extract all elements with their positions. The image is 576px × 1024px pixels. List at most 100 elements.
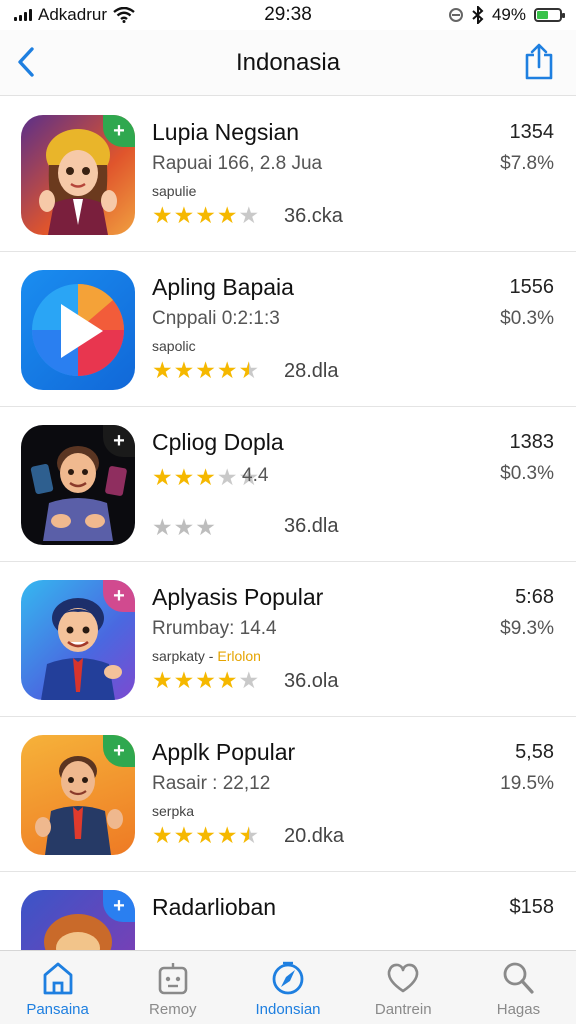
status-bar: Adkadrur 29:38 49% — [0, 0, 576, 30]
app-change: $7.8% — [500, 153, 554, 174]
star-icon: ★ — [216, 667, 238, 693]
star-icon: ★ — [195, 514, 216, 540]
rating-count: 36.cka — [284, 205, 343, 227]
app-name: Radarlioban — [152, 894, 277, 920]
star-icon: ★ — [195, 822, 216, 848]
app-category: sapulie — [152, 183, 197, 199]
star-icon: ★ — [195, 357, 216, 383]
app-name: Cpliog Dopla — [152, 429, 284, 455]
app-price: 1556 — [509, 276, 555, 298]
list-item[interactable]: + Applk Popular Rasair : 22,12 serpka ★ ★… — [0, 717, 576, 872]
rating-count: 28.dla — [284, 360, 339, 382]
list-item[interactable]: + Lupia Negsian Rapuai 166, 2.8 Jua sapu… — [0, 97, 576, 252]
chevron-left-icon[interactable] — [12, 44, 40, 80]
app-name: Apling Bapaia — [152, 274, 294, 300]
tab-label: Dantrein — [374, 1001, 432, 1018]
home-icon — [43, 962, 72, 995]
app-subtitle: Rapuai 166, 2.8 Jua — [152, 153, 323, 174]
carrier-name: Adkadrur — [38, 5, 107, 24]
app-subtitle: 4.4 — [242, 465, 269, 486]
page-title: Indonasia — [235, 48, 341, 76]
rating-stars: ★ ★ ★ ★ ★ — [152, 358, 259, 382]
star-icon: ★ — [238, 357, 260, 383]
navigation-bar: Indonasia — [0, 30, 576, 96]
star-icon: ★ — [152, 202, 173, 228]
app-price: 1354 — [509, 121, 555, 143]
list-item[interactable]: + Radarlioban $158 — [0, 872, 576, 950]
star-icon: ★ — [216, 464, 238, 490]
star-icon: ★ — [238, 202, 260, 228]
star-icon: ★ — [195, 667, 216, 693]
tab-label: Pansaina — [26, 1001, 89, 1018]
app-name: Aplyasis Popular — [152, 584, 324, 610]
tab-bar: Pansaina Remoy Indonsian Dantrein Hagas — [0, 950, 576, 1024]
tab-remoy[interactable]: Remoy — [115, 951, 230, 1024]
signal-icon — [14, 9, 32, 21]
star-icon: ★ — [152, 822, 173, 848]
rating-stars: ★ ★ ★ ★ ★ — [152, 668, 259, 692]
app-subtitle: Cnppali 0:2:1:3 — [152, 308, 280, 329]
tab-hagas[interactable]: Hagas — [461, 951, 576, 1024]
app-change: $9.3% — [500, 618, 554, 639]
share-icon[interactable] — [522, 42, 556, 82]
app-change: 19.5% — [500, 773, 554, 794]
tab-dantrein[interactable]: Dantrein — [346, 951, 461, 1024]
rating-stars: ★ ★ ★ ★ ★ — [152, 823, 259, 847]
star-icon: ★ — [216, 357, 238, 383]
star-icon: ★ — [173, 514, 195, 540]
app-icon[interactable]: + — [21, 890, 135, 950]
list-item[interactable]: + Aplyasis Popular Rrumbay: 14.4 sarpkat… — [0, 562, 576, 717]
tab-label: Hagas — [496, 1001, 541, 1018]
app-category: sapolic — [152, 338, 196, 354]
star-icon: ★ — [173, 202, 195, 228]
star-icon: ★ — [173, 357, 195, 383]
play-logo-icon — [32, 283, 124, 376]
star-icon: ★ — [216, 822, 238, 848]
tab-label: Remoy — [149, 1001, 197, 1018]
app-subtitle: Rasair : 22,12 — [152, 773, 271, 794]
star-icon: ★ — [195, 202, 216, 228]
app-icon[interactable]: + — [21, 580, 135, 700]
rating-count: 36.dla — [284, 515, 339, 537]
tab-indonsian[interactable]: Indonsian — [230, 951, 345, 1024]
list-item[interactable]: + Cpliog Dopla ★ ★ ★ ★ ★ 4.4 ★ ★ ★ 36.dla 1383… — [0, 407, 576, 562]
battery-icon — [534, 8, 565, 22]
heart-icon — [387, 963, 419, 993]
app-icon[interactable]: + — [21, 735, 135, 855]
star-icon: ★ — [173, 822, 195, 848]
app-price: 1383 — [509, 431, 555, 453]
app-icon[interactable]: + — [21, 115, 135, 235]
rating-stars-secondary: ★ ★ ★ — [152, 515, 216, 539]
star-icon: ★ — [216, 202, 238, 228]
app-price: 5,58 — [515, 741, 554, 763]
star-icon: ★ — [238, 822, 260, 848]
star-icon: ★ — [152, 464, 173, 490]
star-icon: ★ — [238, 667, 260, 693]
app-icon[interactable] — [21, 270, 135, 390]
robot-icon — [158, 963, 188, 995]
star-icon: ★ — [173, 464, 195, 490]
tab-label: Indonsian — [255, 1001, 321, 1018]
app-price: $158 — [509, 896, 555, 918]
app-category: sarpkaty - Erlolon — [152, 648, 261, 664]
search-icon — [504, 962, 535, 994]
wifi-icon — [113, 7, 135, 23]
rating-count: 20.dka — [284, 825, 345, 847]
tab-pansaina[interactable]: Pansaina — [0, 951, 115, 1024]
app-price: 5:68 — [515, 586, 554, 608]
app-name: Applk Popular — [152, 739, 296, 765]
app-subtitle: Rrumbay: 14.4 — [152, 618, 277, 639]
star-icon: ★ — [152, 667, 173, 693]
rating-count: 36.ola — [284, 670, 339, 692]
bluetooth-icon — [472, 6, 484, 24]
location-icon — [448, 8, 463, 22]
status-time: 29:38 — [264, 4, 312, 25]
app-name: Lupia Negsian — [152, 119, 300, 145]
list-item[interactable]: Apling Bapaia Cnppali 0:2:1:3 sapolic ★ ★… — [0, 252, 576, 407]
app-icon[interactable]: + — [21, 425, 135, 545]
app-change: $0.3% — [500, 308, 554, 329]
rating-stars: ★ ★ ★ ★ ★ — [152, 203, 259, 227]
star-icon: ★ — [195, 464, 216, 490]
battery-percent: 49% — [491, 5, 526, 24]
app-list: + Lupia Negsian Rapuai 166, 2.8 Jua sapu… — [0, 97, 576, 950]
